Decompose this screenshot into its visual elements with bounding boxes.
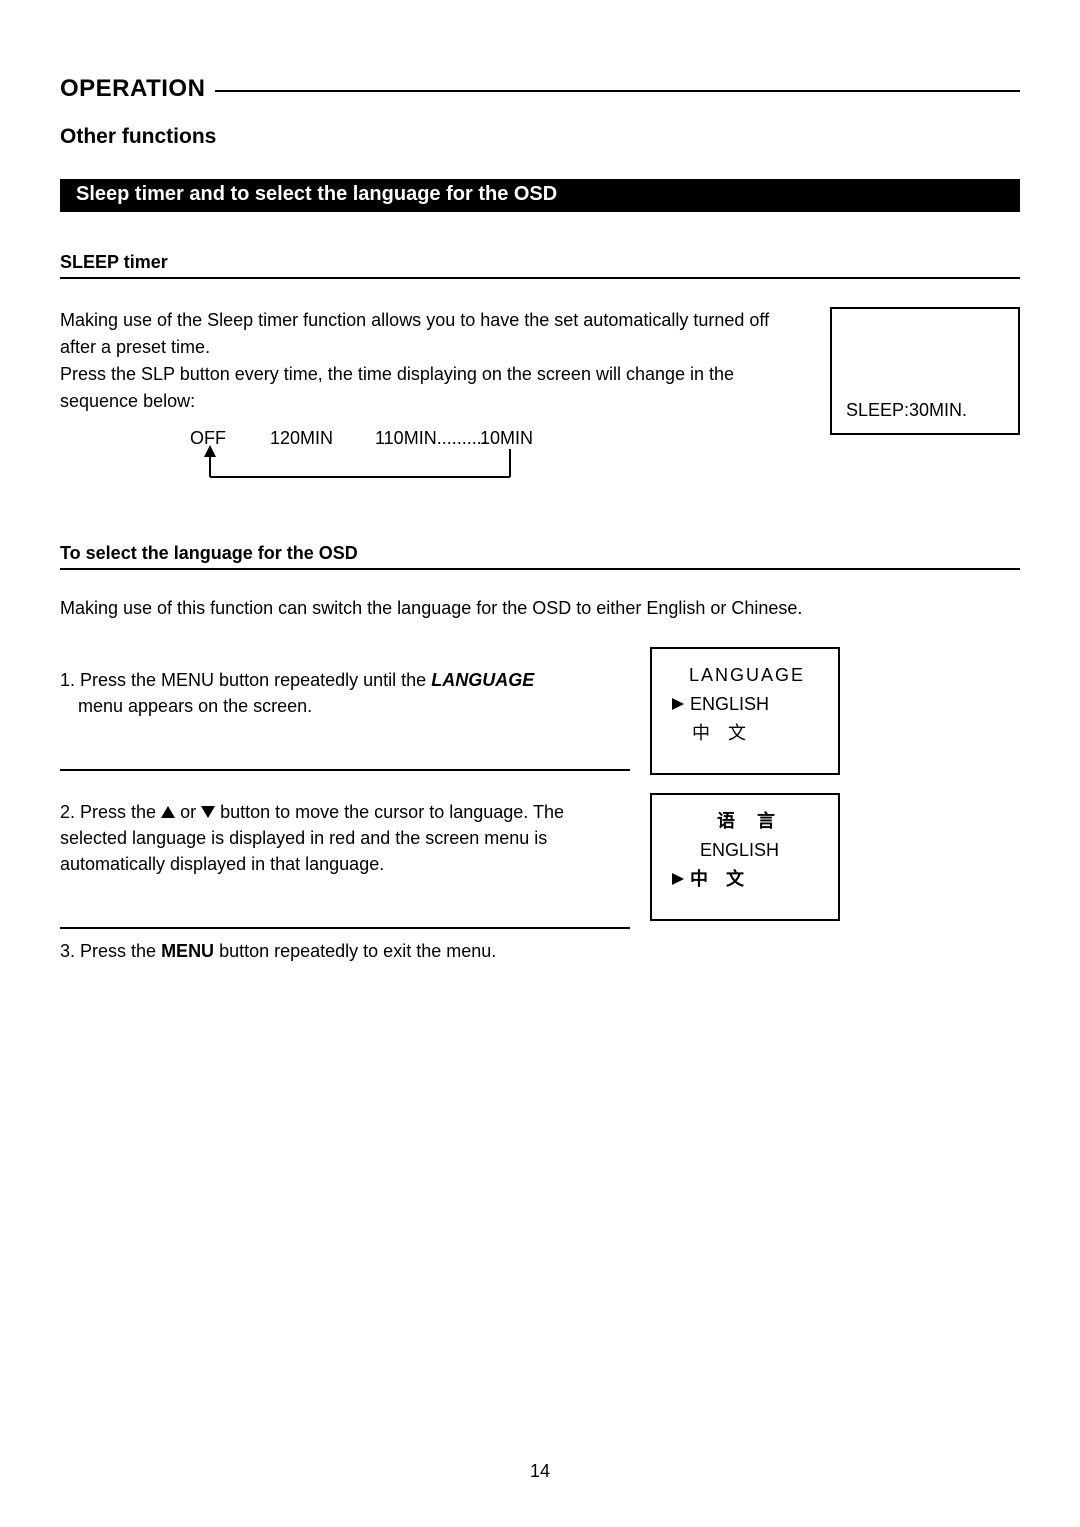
step3-suffix: button repeatedly to exit the menu. [214,941,496,961]
language-heading: To select the language for the OSD [60,543,1020,570]
triangle-right-icon [672,865,684,894]
manual-page: OPERATION Other functions Sleep timer an… [0,0,1080,1527]
triangle-down-icon [201,799,215,825]
topic-bar: Sleep timer and to select the language f… [60,179,1020,212]
lang-step-2-row: 2. Press the or button to move the curso… [60,793,1020,929]
lang-step-3: 3. Press the MENU button repeatedly to e… [60,941,1020,962]
osd-box2-opt1: ENGLISH [672,836,822,865]
language-intro: Making use of this function can switch t… [60,598,1020,619]
triangle-up-icon [161,799,175,825]
sleep-paragraph: Making use of the Sleep timer function a… [60,307,800,495]
step2-prefix: 2. Press the [60,802,161,822]
sleep-content-row: Making use of the Sleep timer function a… [60,307,1020,495]
osd-box1-opt1-label: ENGLISH [690,690,769,719]
heading-rule [215,90,1020,92]
osd-language-box-english: LANGUAGE ENGLISH 中 文 [650,647,840,775]
step1-em: LANGUAGE [431,670,534,690]
step3-bold: MENU [161,941,214,961]
sleep-sequence: OFF 120MIN 110MIN.......... 10MIN [60,425,800,495]
osd-box1-title: LANGUAGE [672,661,822,690]
osd-box1-opt2: 中 文 [672,719,822,748]
page-number: 14 [0,1461,1080,1482]
step1-divider [60,769,630,771]
page-heading: OPERATION [60,75,205,103]
page-heading-row: OPERATION [60,75,1020,103]
step2-mid: or [175,802,201,822]
sleep-osd-box: SLEEP:30MIN. [830,307,1020,435]
osd-language-box-chinese: 语 言 ENGLISH 中 文 [650,793,840,921]
osd-box2-opt2: 中 文 [672,865,822,894]
sleep-para-2: Press the SLP button every time, the tim… [60,364,734,411]
osd-box2-opt2-label: 中 文 [690,865,744,894]
page-subtitle: Other functions [60,125,1020,149]
osd-box2-title: 语 言 [672,807,822,836]
sequence-arrow-icon [190,437,540,487]
step1-prefix: 1. Press the MENU button repeatedly unti… [60,670,431,690]
sleep-osd-text: SLEEP:30MIN. [846,400,1004,421]
osd-box1-opt1: ENGLISH [672,690,822,719]
sleep-heading: SLEEP timer [60,252,1020,279]
step2-divider [60,927,630,929]
step3-prefix: 3. Press the [60,941,161,961]
lang-step-1-row: 1. Press the MENU button repeatedly unti… [60,647,1020,775]
lang-step-2-text: 2. Press the or button to move the curso… [60,793,630,877]
triangle-right-icon [672,690,684,719]
lang-step-2: 2. Press the or button to move the curso… [60,793,630,929]
sleep-para-1: Making use of the Sleep timer function a… [60,310,769,357]
step1-line2: menu appears on the screen. [60,693,312,719]
lang-step-1: 1. Press the MENU button repeatedly unti… [60,647,630,771]
lang-step-1-text: 1. Press the MENU button repeatedly unti… [60,647,630,719]
